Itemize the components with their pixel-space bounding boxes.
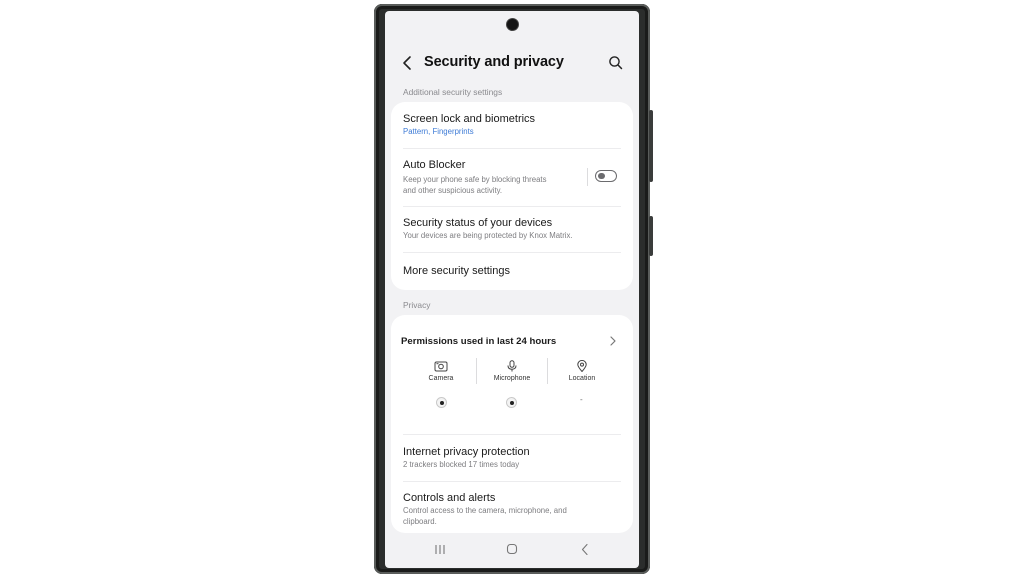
item-title: Auto Blocker [403, 159, 466, 171]
location-not-used-indicator: - [580, 395, 583, 404]
back-icon[interactable] [578, 543, 592, 555]
item-subtitle: Your devices are being protected by Knox… [403, 231, 573, 240]
item-title: Internet privacy protection [403, 446, 530, 458]
column-separator [476, 358, 477, 384]
internet-privacy-protection-item[interactable]: Internet privacy protection 2 trackers b… [403, 445, 621, 470]
controls-and-alerts-item[interactable]: Controls and alerts Control access to th… [403, 491, 621, 527]
section-label-privacy: Privacy [403, 300, 431, 310]
divider [403, 434, 621, 435]
security-settings-card: Screen lock and biometrics Pattern, Fing… [391, 102, 633, 290]
location-pin-icon [577, 360, 587, 372]
item-subtitle: 2 trackers blocked 17 times today [403, 460, 520, 469]
front-camera-hole [507, 19, 518, 30]
item-subtitle: Control access to the camera, microphone… [403, 506, 567, 515]
security-status-item[interactable]: Security status of your devices Your dev… [403, 216, 621, 241]
app-bar: Security and privacy [385, 51, 639, 75]
phone-screen: Security and privacy Additional security… [385, 11, 639, 568]
auto-blocker-toggle[interactable] [595, 170, 617, 182]
divider [403, 481, 621, 482]
search-icon[interactable] [607, 54, 625, 72]
item-title: Controls and alerts [403, 492, 496, 504]
microphone-used-indicator [506, 397, 517, 408]
divider [403, 206, 621, 207]
chevron-right-icon[interactable] [608, 335, 618, 347]
permission-label: Microphone [493, 375, 531, 382]
permission-microphone[interactable]: Microphone [485, 360, 539, 382]
column-separator [547, 358, 548, 384]
divider [403, 148, 621, 149]
permission-label: Location [568, 375, 596, 382]
item-title: More security settings [403, 265, 510, 277]
permission-label: Camera [428, 375, 454, 382]
item-subtitle: clipboard. [403, 517, 437, 526]
microphone-icon [507, 360, 517, 372]
item-title: Security status of your devices [403, 217, 553, 229]
volume-button [649, 110, 653, 182]
toggle-separator [587, 168, 588, 186]
camera-used-indicator [436, 397, 447, 408]
section-label-additional-security: Additional security settings [403, 87, 503, 97]
navigation-bar [385, 540, 639, 560]
home-icon[interactable] [505, 543, 519, 555]
item-subtitle: and other suspicious activity. [403, 186, 503, 195]
camera-icon [434, 361, 448, 372]
recent-apps-icon[interactable] [433, 543, 447, 555]
power-button [649, 216, 653, 256]
auto-blocker-item[interactable]: Auto Blocker Keep your phone safe by blo… [403, 158, 583, 196]
screen-lock-item[interactable]: Screen lock and biometrics Pattern, Fing… [403, 112, 621, 137]
item-subtitle: Keep your phone safe by blocking threats [403, 175, 547, 184]
item-subtitle: Pattern, Fingerprints [403, 127, 474, 136]
permissions-title[interactable]: Permissions used in last 24 hours [401, 336, 556, 347]
item-title: Screen lock and biometrics [403, 113, 536, 125]
toggle-knob [598, 172, 605, 180]
divider [403, 252, 621, 253]
page-title: Security and privacy [424, 54, 564, 70]
chevron-left-icon[interactable] [400, 54, 416, 72]
permission-camera[interactable]: Camera [414, 360, 468, 382]
more-security-settings-item[interactable]: More security settings [403, 264, 621, 278]
permission-location[interactable]: Location [555, 360, 609, 382]
